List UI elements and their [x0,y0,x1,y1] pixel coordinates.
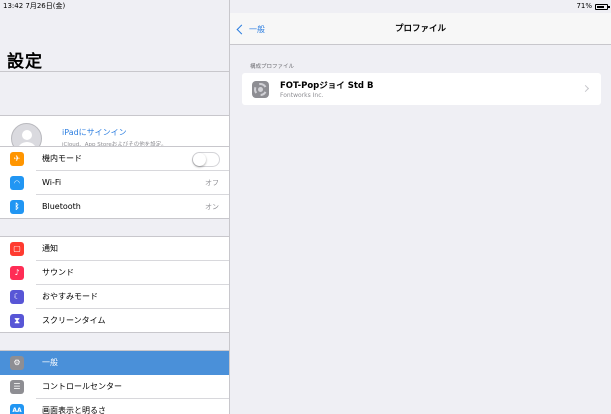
nav-title: プロファイル [394,24,446,34]
airplane-toggle[interactable] [192,152,220,167]
sidebar-item-label: おやすみモード [42,292,98,301]
battery-percent: 71% [576,2,592,10]
aa-icon: AA [10,404,24,414]
profile-cell[interactable]: FOT-Popジョイ Std B Fontworks Inc. [242,73,601,105]
sidebar-item-control-center[interactable]: ☰ コントロールセンター [0,375,229,399]
switches-icon: ☰ [10,380,24,394]
sidebar-item-dnd[interactable]: ☾ おやすみモード [0,285,229,309]
signin-title: iPadにサインイン [62,128,127,137]
divider [0,71,229,72]
sidebar-item-label: コントロールセンター [42,382,122,391]
profile-name: FOT-Popジョイ Std B [280,81,374,91]
chevron-right-icon [581,84,590,93]
wifi-icon: ◠ [10,176,24,190]
airplane-icon: ✈ [10,152,24,166]
sidebar-item-bluetooth[interactable]: ᛒ Bluetooth オン [0,195,229,219]
sidebar-item-display[interactable]: AA 画面表示と明るさ [0,399,229,414]
sidebar-item-label: Wi-Fi [42,178,62,187]
bluetooth-icon: ᛒ [10,200,24,214]
notifications-group: ▢ 通知 ♪ サウンド ☾ おやすみモード ⧗ スクリーンタイム [0,236,229,333]
bluetooth-status: オン [205,203,219,211]
sidebar-item-sounds[interactable]: ♪ サウンド [0,261,229,285]
battery-indicator: 71% [576,0,610,13]
gear-icon: ⚙ [10,356,24,370]
profile-organization: Fontworks Inc. [280,92,324,99]
battery-icon [595,3,610,10]
status-time: 13:42 7月26日(金) [3,2,66,10]
sidebar-item-screentime[interactable]: ⧗ スクリーンタイム [0,309,229,333]
sidebar-item-label: 通知 [42,244,58,253]
general-group: ⚙ 一般 ☰ コントロールセンター AA 画面表示と明るさ [0,350,229,414]
sidebar-item-label: サウンド [42,268,74,277]
sidebar-item-label: 一般 [42,358,58,367]
connectivity-group: ✈ 機内モード ◠ Wi-Fi オフ ᛒ Bluetooth オン [0,146,229,219]
notification-icon: ▢ [10,242,24,256]
sidebar-item-label: Bluetooth [42,202,81,211]
settings-gear-icon [252,81,269,98]
section-header: 構成プロファイル [250,64,295,70]
hourglass-icon: ⧗ [10,314,24,328]
speaker-icon: ♪ [10,266,24,280]
sidebar-item-label: 機内モード [42,154,82,163]
sidebar-item-label: スクリーンタイム [42,316,106,325]
sidebar-item-general[interactable]: ⚙ 一般 [0,351,229,375]
sidebar-item-wifi[interactable]: ◠ Wi-Fi オフ [0,171,229,195]
moon-icon: ☾ [10,290,24,304]
sidebar-item-airplane[interactable]: ✈ 機内モード [0,147,229,171]
sidebar-item-notifications[interactable]: ▢ 通知 [0,237,229,261]
status-bar: 13:42 7月26日(金) 71% [0,0,611,13]
sidebar-item-label: 画面表示と明るさ [42,406,106,414]
navigation-bar: 一般 プロファイル [230,13,611,45]
page-title: 設定 [7,52,43,72]
wifi-status: オフ [205,179,219,187]
detail-pane: 一般 プロファイル 構成プロファイル FOT-Popジョイ Std B Font… [230,0,611,414]
settings-sidebar: 設定 iPadにサインイン iCloud、App Storeおよびその他を設定。… [0,0,230,414]
